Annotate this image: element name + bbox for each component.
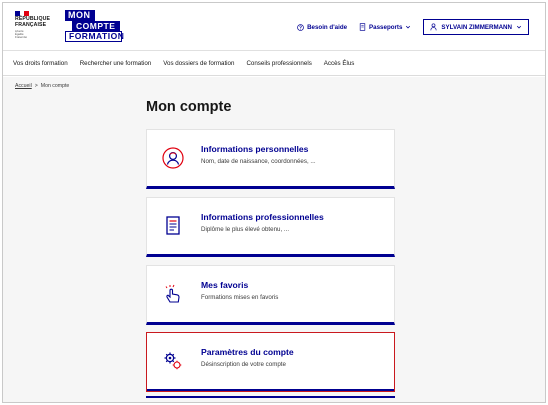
breadcrumb-home-link[interactable]: Accueil: [15, 83, 32, 89]
card-personal-info[interactable]: Informations personnelles Nom, date de n…: [146, 129, 395, 189]
site-header: RÉPUBLIQUE FRANÇAISE Liberté Égalité Fra…: [3, 3, 545, 50]
nav-item-rechercher-formation[interactable]: Rechercher une formation: [80, 60, 152, 67]
breadcrumb: Accueil > Mon compte: [15, 83, 69, 89]
nav-item-conseils-professionnels[interactable]: Conseils professionnels: [246, 60, 311, 67]
card-title: Informations professionnelles: [201, 212, 324, 222]
passports-menu[interactable]: Passeports: [359, 23, 411, 31]
card-subtitle: Diplôme le plus élevé obtenu, ...: [201, 226, 290, 233]
nav-item-dossiers-formation[interactable]: Vos dossiers de formation: [163, 60, 234, 67]
logo-line-compte: COMPTE: [72, 21, 120, 31]
card-subtitle: Formations mises en favoris: [201, 294, 279, 301]
page-title: Mon compte: [146, 99, 232, 115]
person-info-icon: [162, 147, 184, 169]
chevron-down-icon: [406, 25, 411, 29]
card-title: Mes favoris: [201, 280, 249, 290]
card-account-settings[interactable]: Paramètres du compte Désinscription de v…: [146, 332, 395, 392]
rf-line-2: FRANÇAISE: [15, 21, 47, 28]
main-content: Accueil > Mon compte Mon compte Informat…: [3, 77, 545, 402]
card-title: Informations personnelles: [201, 144, 309, 154]
main-nav: Vos droits formation Rechercher une form…: [3, 51, 545, 76]
card-subtitle: Nom, date de naissance, coordonnées, ...: [201, 158, 316, 165]
browser-frame: RÉPUBLIQUE FRANÇAISE Liberté Égalité Fra…: [2, 2, 546, 403]
nav-item-droits-formation[interactable]: Vos droits formation: [13, 60, 68, 67]
republique-francaise-logo[interactable]: RÉPUBLIQUE FRANÇAISE Liberté Égalité Fra…: [15, 11, 50, 39]
devise-fraternite: Fraternité: [15, 35, 27, 40]
chevron-down-icon: [516, 25, 522, 29]
gears-icon: [164, 352, 182, 370]
breadcrumb-separator: >: [34, 83, 38, 89]
card-subtitle: Désinscription de votre compte: [201, 361, 286, 368]
passports-label: Passeports: [369, 23, 403, 31]
document-icon: [166, 216, 180, 235]
breadcrumb-current: Mon compte: [40, 83, 70, 89]
help-label: Besoin d'aide: [307, 23, 348, 31]
card-favorites[interactable]: Mes favoris Formations mises en favoris: [146, 265, 395, 325]
header-tools: Besoin d'aide Passeports SYLVAIN ZIMMERM…: [297, 19, 529, 35]
user-name: SYLVAIN ZIMMERMANN: [441, 23, 512, 31]
card-settings-underline: [146, 396, 395, 398]
nav-item-acces-elus[interactable]: Accès Élus: [324, 60, 355, 67]
logo-line-formation: FORMATION: [65, 31, 124, 42]
card-title: Paramètres du compte: [201, 347, 294, 357]
question-circle-icon: [297, 23, 304, 31]
user-menu-button[interactable]: SYLVAIN ZIMMERMANN: [423, 19, 529, 35]
logo-line-mon: MON: [65, 10, 95, 21]
passport-icon: [359, 23, 366, 31]
help-link[interactable]: Besoin d'aide: [297, 24, 347, 31]
card-professional-info[interactable]: Informations professionnelles Diplôme le…: [146, 197, 395, 257]
mon-compte-formation-logo[interactable]: MON COMPTE FORMATION: [63, 10, 124, 43]
user-icon: [430, 23, 437, 31]
hand-tap-icon: [165, 284, 180, 303]
